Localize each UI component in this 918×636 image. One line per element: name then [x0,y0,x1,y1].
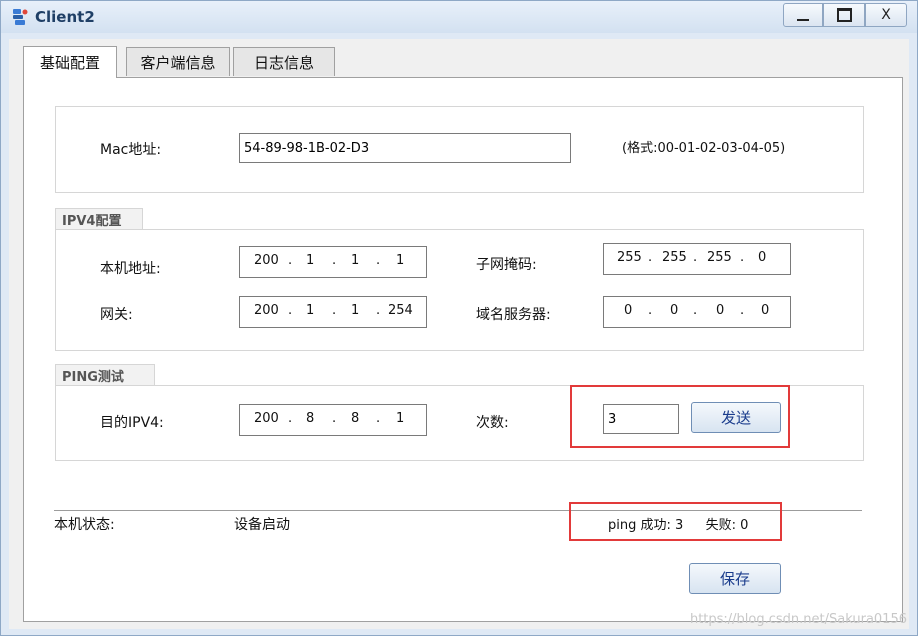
ping-group-label: PING测试 [55,364,155,386]
ip-octet: 1 [396,253,405,268]
window-title: Client2 [35,8,95,26]
ip-octet: 0 [761,303,770,318]
watermark: https://blog.csdn.net/Sakura0156 [689,612,907,627]
ip-dot: . [648,303,653,318]
status-label: 本机状态: [54,517,115,533]
ping-dest-input[interactable]: 200. 8. 8. 1 [239,404,427,436]
tab-basic-config[interactable]: 基础配置 [23,46,117,78]
ip-octet: 0 [758,250,767,265]
ping-dest-label: 目的IPV4: [100,415,164,431]
tab-client-info[interactable]: 客户端信息 [126,47,230,76]
app-window: Client2 X 基础配置 客户端信息 日志信息 Mac地址: (格式:00-… [0,0,918,636]
ip-octet: 8 [351,411,360,426]
save-button[interactable]: 保存 [689,563,781,594]
mac-format-hint: (格式:00-01-02-03-04-05) [622,141,786,156]
ip-dot: . [288,253,293,268]
ip-dot: . [332,411,337,426]
ip-octet: 1 [306,303,315,318]
mac-group: Mac地址: (格式:00-01-02-03-04-05) [55,106,864,193]
ip-octet: 1 [306,253,315,268]
ip-dot: . [288,411,293,426]
ipv4-group-label: IPV4配置 [55,208,143,230]
ip-octet: 255 [617,250,642,265]
ip-octet: 1 [351,303,360,318]
ip-dot: . [740,303,745,318]
ip-dot: . [693,250,698,265]
subnet-mask-label: 子网掩码: [476,257,537,273]
ping-highlight-box [570,385,790,448]
ip-dot: . [288,303,293,318]
ipv4-group: 本机地址: 200. 1. 1. 1 子网掩码: 255. 255. 255. … [55,229,864,351]
ip-octet: 200 [254,303,279,318]
ping-count-label: 次数: [476,415,509,431]
minimize-button[interactable] [783,3,823,27]
dns-label: 域名服务器: [476,307,551,323]
ip-dot: . [648,250,653,265]
ip-dot: . [376,411,381,426]
ip-octet: 1 [396,411,405,426]
gateway-label: 网关: [100,307,133,323]
ip-dot: . [376,253,381,268]
maximize-button[interactable] [823,3,865,27]
mac-label: Mac地址: [100,142,162,158]
subnet-mask-input[interactable]: 255. 255. 255. 0 [603,243,791,275]
ping-result-highlight-box [569,502,782,541]
ip-dot: . [332,303,337,318]
ip-octet: 255 [662,250,687,265]
ip-octet: 0 [624,303,633,318]
status-value: 设备启动 [234,517,290,533]
local-ip-label: 本机地址: [100,261,161,277]
ip-octet: 200 [254,253,279,268]
ip-dot: . [332,253,337,268]
ip-dot: . [740,250,745,265]
ip-octet: 0 [670,303,679,318]
ip-octet: 200 [254,411,279,426]
dns-input[interactable]: 0. 0. 0. 0 [603,296,791,328]
tab-log-info[interactable]: 日志信息 [233,47,335,76]
app-icon [13,9,28,25]
ip-octet: 254 [388,303,413,318]
ip-octet: 255 [707,250,732,265]
minimize-icon [797,19,809,21]
client-area: 基础配置 客户端信息 日志信息 Mac地址: (格式:00-01-02-03-0… [9,39,909,629]
ip-dot: . [693,303,698,318]
local-ip-input[interactable]: 200. 1. 1. 1 [239,246,427,278]
ip-octet: 1 [351,253,360,268]
mac-input[interactable] [239,133,571,163]
ip-octet: 0 [716,303,725,318]
close-button[interactable]: X [865,3,907,27]
tab-panel-basic-config: Mac地址: (格式:00-01-02-03-04-05) IPV4配置 本机地… [23,77,903,622]
title-bar[interactable]: Client2 X [1,1,917,33]
ip-dot: . [376,303,381,318]
maximize-icon [836,8,852,22]
ip-octet: 8 [306,411,315,426]
gateway-input[interactable]: 200. 1. 1. 254 [239,296,427,328]
